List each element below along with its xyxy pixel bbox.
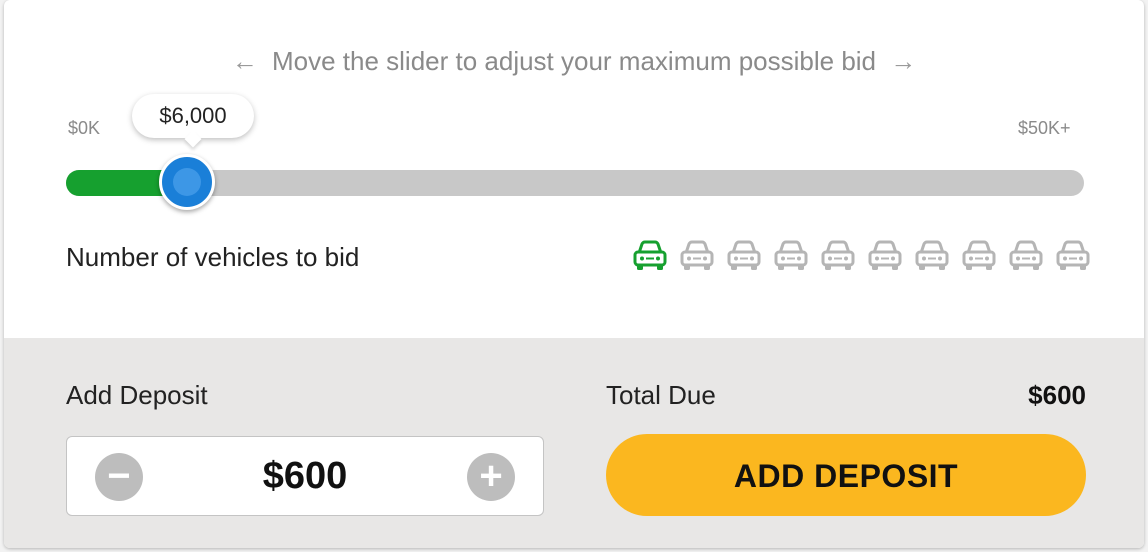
slider-value-tooltip: $6,000 <box>132 94 254 138</box>
add-deposit-button[interactable]: ADD DEPOSIT <box>606 434 1086 516</box>
slider-hint: ← Move the slider to adjust your maximum… <box>4 46 1144 77</box>
car-icon <box>1056 240 1090 270</box>
total-due-label: Total Due <box>606 380 716 410</box>
add-deposit-label: Add Deposit <box>66 380 208 410</box>
car-icon <box>633 240 667 270</box>
car-icon <box>727 240 761 270</box>
bid-slider-thumb[interactable] <box>159 154 216 210</box>
deposit-amount[interactable]: $600 <box>177 455 433 498</box>
car-icon <box>868 240 902 270</box>
car-icon <box>962 240 996 270</box>
arrow-left-icon: ← <box>231 46 258 76</box>
slider-min-label: $0K <box>68 118 101 138</box>
slider-max-label: $50K+ <box>1018 118 1071 138</box>
arrow-right-icon: → <box>890 46 917 76</box>
car-icon <box>915 240 949 270</box>
slider-hint-text: Move the slider to adjust your maximum p… <box>271 46 877 76</box>
minus-icon[interactable]: − <box>95 453 143 501</box>
car-icon <box>821 240 855 270</box>
total-due-value: $600 <box>1028 380 1086 410</box>
vehicle-count-indicator <box>632 240 1091 272</box>
vehicles-label: Number of vehicles to bid <box>66 242 360 272</box>
car-icon <box>680 240 714 270</box>
deposit-stepper: − $600 + <box>66 436 544 516</box>
slider-thumb-center <box>173 168 202 196</box>
bid-deposit-card: ← Move the slider to adjust your maximum… <box>4 0 1144 548</box>
car-icon <box>774 240 808 270</box>
deposit-panel: Add Deposit − $600 + Total Due $600 ADD … <box>4 338 1144 548</box>
bid-slider-track[interactable] <box>66 170 1084 196</box>
plus-icon[interactable]: + <box>467 453 515 501</box>
car-icon <box>1009 240 1043 270</box>
